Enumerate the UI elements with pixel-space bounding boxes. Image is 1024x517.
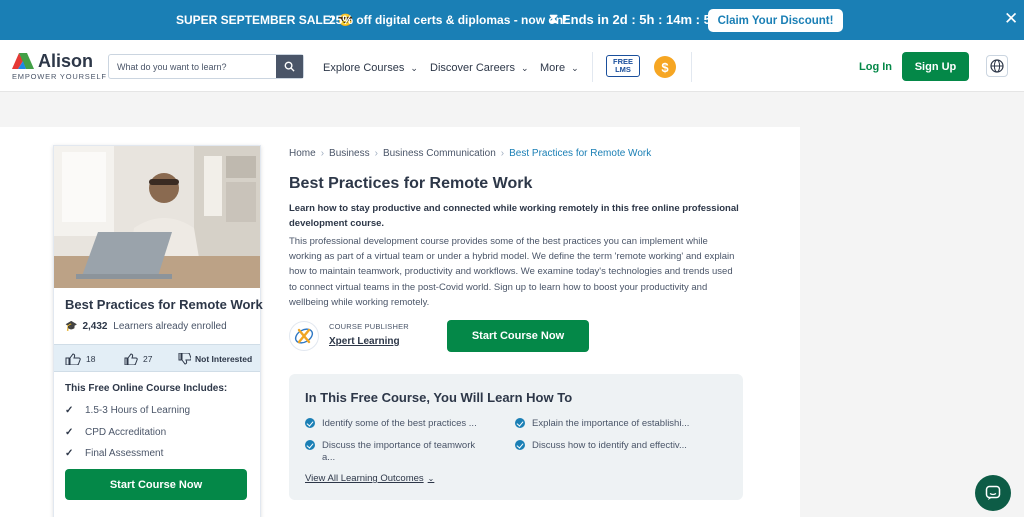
breadcrumb-current: Best Practices for Remote Work	[509, 148, 652, 159]
start-course-button[interactable]: Start Course Now	[447, 320, 589, 352]
alison-logo-icon	[12, 53, 34, 69]
nav-divider	[691, 52, 692, 82]
page-title: Best Practices for Remote Work	[289, 175, 533, 192]
outcome-text: Discuss how to identify and effectiv...	[532, 440, 687, 451]
thumbs-up-icon	[124, 353, 138, 365]
check-icon: ✓	[65, 427, 74, 438]
nav-divider	[592, 52, 593, 82]
promo-banner: SUPER SEPTEMBER SALE! 😎 25% off digital …	[0, 0, 1024, 40]
free-lms-badge[interactable]: FREE LMS	[606, 55, 640, 77]
chevron-right-icon: ›	[320, 148, 325, 159]
chat-button[interactable]	[975, 475, 1011, 511]
publisher-label: COURSE PUBLISHER	[329, 322, 409, 331]
course-description: This professional development course pro…	[289, 236, 735, 308]
include-item: ✓ CPD Accreditation	[65, 427, 166, 438]
search-button[interactable]	[276, 55, 303, 78]
course-photo	[54, 146, 260, 288]
enrolled-info: 🎓 2,432 Learners already enrolled	[65, 321, 227, 332]
promo-sale-label: SUPER SEPTEMBER SALE! 😎	[176, 13, 353, 27]
nav-discover-careers[interactable]: Discover Careers ⌄	[430, 62, 529, 74]
nav-more-label: More	[540, 62, 566, 74]
promo-offer-text: 25% off digital certs & diplomas - now o…	[329, 13, 568, 27]
outcomes-title: In This Free Course, You Will Learn How …	[305, 390, 573, 405]
card-start-course-button[interactable]: Start Course Now	[65, 469, 247, 500]
search-input[interactable]	[109, 55, 277, 78]
enrolled-count: 2,432	[82, 321, 108, 332]
search-box	[108, 54, 304, 79]
outcome-text: a...	[322, 452, 336, 463]
view-all-outcomes-link[interactable]: View All Learning Outcomes ⌄	[305, 473, 434, 484]
thumbs-down-icon	[178, 353, 191, 365]
share-button[interactable]: 27	[124, 353, 152, 365]
check-circle-icon	[305, 418, 315, 428]
chevron-right-icon: ›	[374, 148, 378, 159]
learning-outcomes-panel: In This Free Course, You Will Learn How …	[289, 374, 743, 500]
breadcrumb-business-communication[interactable]: Business Communication	[383, 148, 496, 159]
language-selector[interactable]	[986, 55, 1008, 77]
nav-explore-label: Explore Courses	[323, 62, 405, 74]
card-course-title: Best Practices for Remote Work	[65, 297, 263, 312]
rating-bar: 18 27 Not Interested	[54, 344, 260, 372]
check-circle-icon	[305, 440, 315, 450]
search-icon	[284, 61, 295, 72]
not-interested-label: Not Interested	[195, 354, 253, 364]
nav-careers-label: Discover Careers	[430, 62, 515, 74]
outcome-text: Discuss the importance of teamwork	[322, 440, 476, 451]
includes-title: This Free Online Course Includes:	[65, 383, 228, 394]
xpert-logo-icon	[294, 328, 314, 344]
course-card: Best Practices for Remote Work 🎓 2,432 Le…	[53, 145, 263, 517]
like-count: 18	[86, 354, 96, 364]
top-navbar: Alison EMPOWER YOURSELF Explore Courses ⌄…	[0, 40, 1024, 92]
include-item: ✓ Final Assessment	[65, 448, 163, 459]
chevron-right-icon: ›	[500, 148, 505, 159]
chat-icon	[985, 485, 1001, 500]
check-icon: ✓	[65, 448, 74, 459]
chevron-down-icon: ⌄	[410, 63, 418, 73]
chevron-down-icon: ⌄	[520, 63, 529, 73]
signup-button[interactable]: Sign Up	[902, 52, 969, 81]
check-icon: ✓	[65, 405, 74, 416]
include-text: Final Assessment	[85, 448, 164, 459]
enrolled-text: Learners already enrolled	[113, 321, 227, 332]
share-count: 27	[143, 354, 153, 364]
dollar-coin-icon[interactable]: $	[654, 56, 676, 78]
globe-icon	[990, 59, 1004, 73]
like-button[interactable]: 18	[65, 353, 95, 365]
include-text: 1.5-3 Hours of Learning	[85, 405, 191, 416]
claim-discount-button[interactable]: Claim Your Discount!	[708, 9, 843, 32]
hourglass-icon: ⧗	[549, 11, 559, 26]
view-all-label: View All Learning Outcomes	[305, 473, 424, 484]
not-interested-button[interactable]: Not Interested	[178, 353, 252, 365]
outcome-text: Explain the importance of establishi...	[532, 418, 690, 429]
course-image	[54, 146, 260, 288]
logo-name: Alison	[38, 51, 94, 71]
thumbs-up-icon	[65, 353, 81, 365]
course-subtitle: Learn how to stay productive and connect…	[289, 203, 739, 229]
login-link[interactable]: Log In	[859, 61, 892, 73]
publisher-logo[interactable]	[289, 321, 319, 351]
check-circle-icon	[515, 418, 525, 428]
logo-tagline: EMPOWER YOURSELF	[12, 72, 107, 81]
check-circle-icon	[515, 440, 525, 450]
chevron-down-icon: ⌄	[571, 63, 579, 73]
outcome-text: Identify some of the best practices ...	[322, 418, 477, 429]
breadcrumb-business[interactable]: Business	[329, 148, 370, 159]
breadcrumb-home[interactable]: Home	[289, 148, 316, 159]
nav-more[interactable]: More ⌄	[540, 62, 579, 74]
graduation-cap-icon: 🎓	[65, 321, 78, 332]
include-text: CPD Accreditation	[85, 427, 167, 438]
include-item: ✓ 1.5-3 Hours of Learning	[65, 405, 190, 416]
promo-countdown: Ends in 2d : 5h : 14m : 57s	[562, 12, 726, 27]
nav-explore-courses[interactable]: Explore Courses ⌄	[323, 62, 418, 74]
chevron-down-icon: ⌄	[427, 474, 435, 483]
publisher-name-link[interactable]: Xpert Learning	[329, 336, 400, 347]
lms-line-2: LMS	[615, 65, 631, 74]
breadcrumb: Home › Business › Business Communication › Bes…	[289, 148, 651, 159]
close-icon[interactable]: ✕	[1004, 9, 1018, 29]
